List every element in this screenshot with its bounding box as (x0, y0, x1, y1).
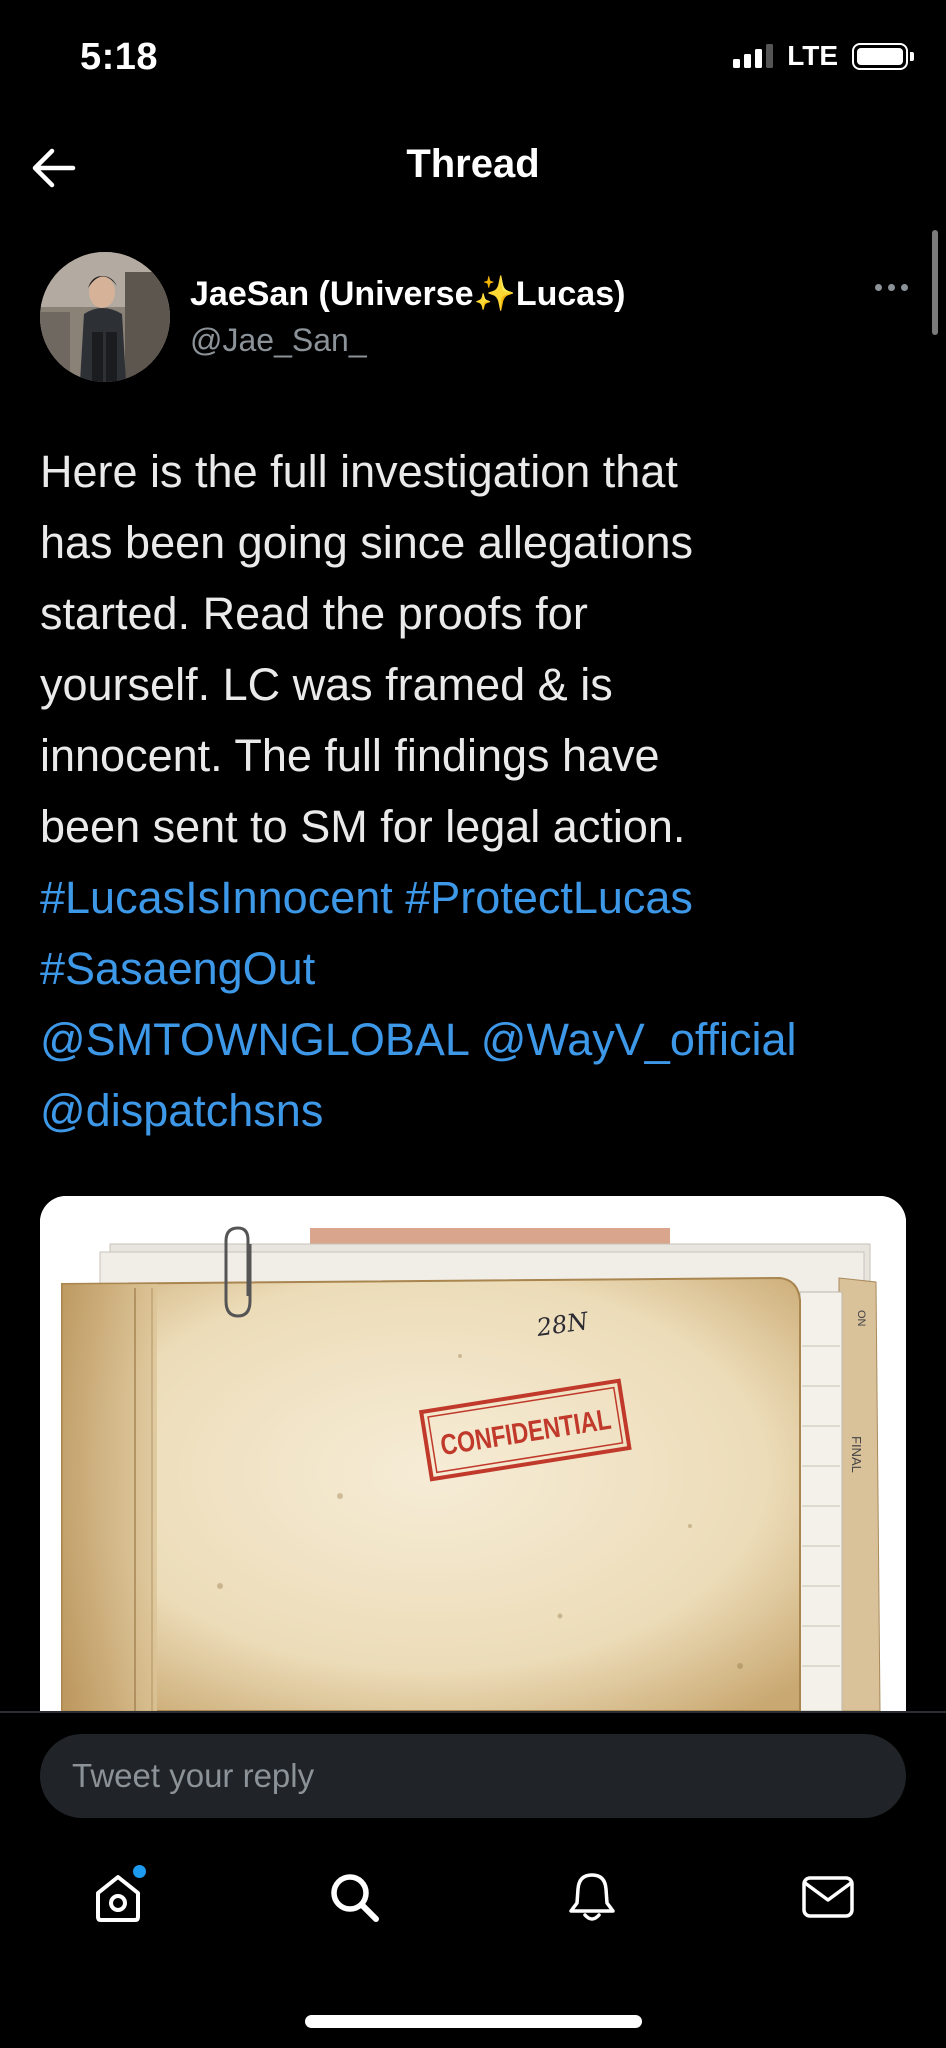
search-icon (331, 1874, 379, 1922)
mention-link[interactable]: @WayV_official (481, 1014, 797, 1065)
author-name-text: JaeSan (Universe (190, 275, 474, 313)
tab-messages[interactable] (796, 1865, 860, 1929)
author-handle[interactable]: @Jae_San_ (190, 322, 367, 359)
status-indicators: LTE (733, 40, 914, 72)
avatar[interactable] (40, 252, 170, 382)
tweet-text-line: Here is the full investigation that (40, 446, 678, 497)
network-type: LTE (787, 40, 838, 71)
bottom-bar (0, 1713, 946, 2048)
nav-header: Thread (0, 120, 946, 220)
signal-icon (733, 44, 774, 68)
notification-dot (133, 1865, 146, 1878)
tweet-text-line: been sent to SM for legal action. (40, 801, 686, 852)
mention-link[interactable]: @dispatchsns (40, 1085, 323, 1136)
hashtag-link[interactable]: #ProtectLucas (405, 872, 693, 923)
tweet-text-line: started. Read the proofs for (40, 588, 588, 639)
mention-link[interactable]: @SMTOWNGLOBAL (40, 1014, 468, 1065)
mail-icon (802, 1876, 854, 1918)
tweet-text-line: yourself. LC was framed & is (40, 659, 613, 710)
tab-search[interactable] (322, 1865, 386, 1929)
more-options-button[interactable] (875, 284, 908, 291)
tweet-media-image[interactable]: 28N CONFIDENTIAL FINAL ON (40, 1196, 906, 1711)
author-name[interactable]: JaeSan (Universe✨Lucas) (190, 274, 625, 314)
tweet-text: Here is the full investigation that has … (40, 436, 920, 1146)
status-time: 5:18 (80, 36, 159, 78)
tweet-text-line: innocent. The full findings have (40, 730, 660, 781)
status-bar: 5:18 LTE (0, 0, 946, 120)
tweet-text-line: has been going since allegations (40, 517, 693, 568)
hashtag-link[interactable]: #SasaengOut (40, 943, 315, 994)
page-title: Thread (406, 142, 540, 186)
author-name-end: Lucas) (515, 275, 626, 313)
tab-label: FINAL (849, 1436, 864, 1473)
home-indicator[interactable] (305, 2015, 642, 2028)
more-dots-icon (875, 284, 882, 291)
tab-notifications[interactable] (560, 1865, 624, 1929)
battery-icon (852, 42, 914, 70)
reply-input[interactable] (40, 1734, 906, 1818)
bell-icon (569, 1873, 615, 1921)
hashtag-link[interactable]: #LucasIsInnocent (40, 872, 393, 923)
corner-label: ON (855, 1310, 867, 1327)
scrollbar[interactable] (932, 230, 938, 335)
sparkle-emoji: ✨ (473, 275, 516, 313)
